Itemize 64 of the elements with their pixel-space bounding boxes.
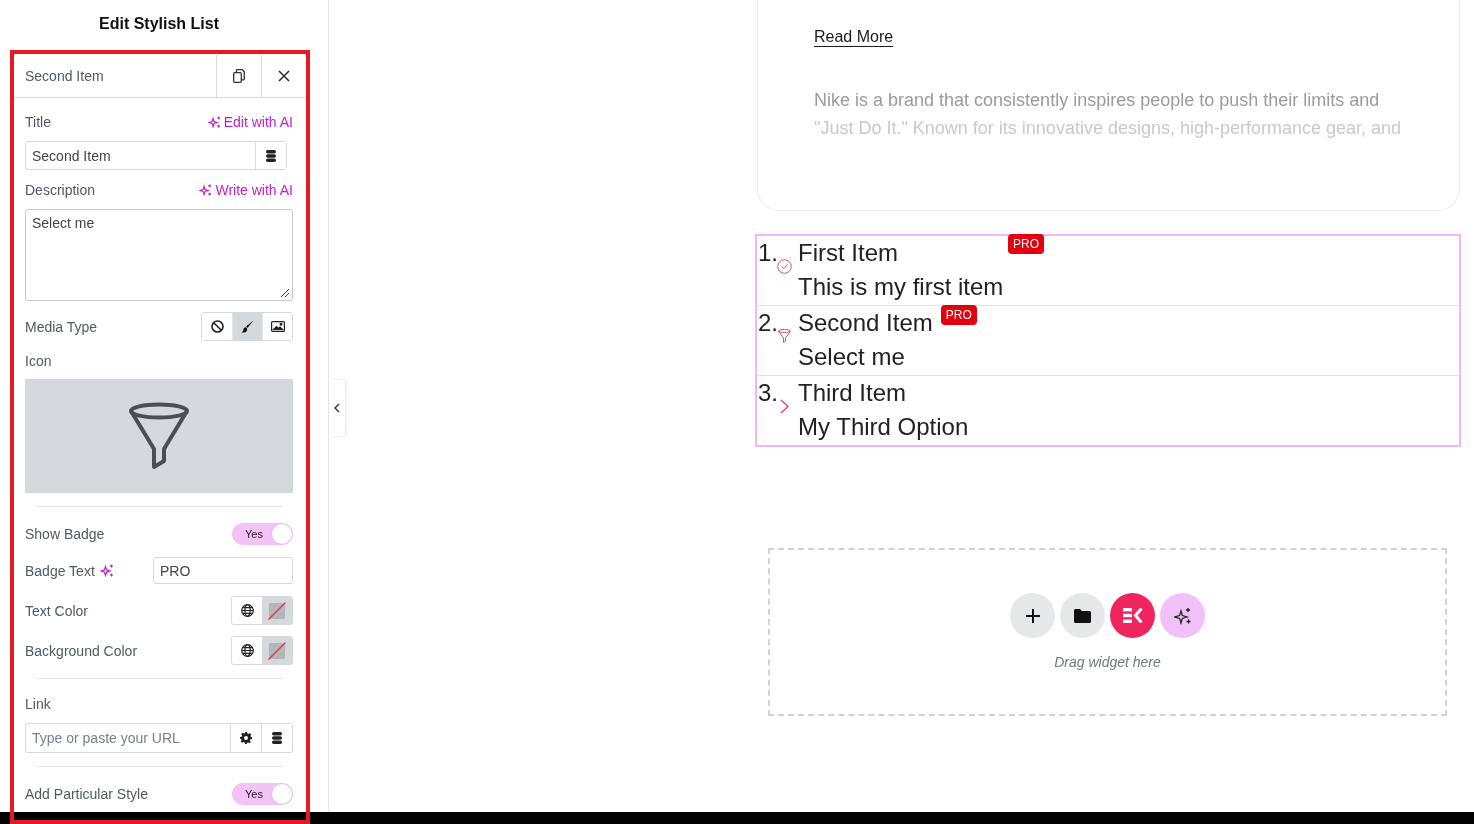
globe-icon	[240, 604, 254, 617]
sparkle-icon	[207, 116, 221, 128]
funnel-icon	[777, 329, 791, 343]
drop-hint: Drag widget here	[1054, 654, 1161, 670]
chevron-right-icon	[779, 399, 789, 414]
sparkle-icon[interactable]	[99, 564, 114, 577]
color-picker-button[interactable]	[262, 597, 292, 624]
plus-icon	[1025, 608, 1040, 623]
field-label: Show Badge	[25, 525, 105, 543]
ai-link[interactable]: Edit with AI	[207, 114, 293, 130]
media-type-option[interactable]	[262, 313, 292, 340]
field-label: Description	[25, 181, 96, 199]
add-template-button[interactable]	[1060, 593, 1105, 638]
ai-button[interactable]	[1160, 593, 1205, 638]
field-label: Media Type	[25, 317, 98, 336]
sparkles-icon	[1173, 606, 1192, 625]
globe-icon	[240, 644, 254, 657]
no-color-swatch-icon	[268, 641, 286, 660]
media-type-option[interactable]	[232, 313, 262, 340]
field-label: Link	[25, 695, 51, 713]
image-icon	[270, 321, 285, 332]
brush-icon	[241, 320, 254, 333]
no-color-swatch-icon	[268, 601, 286, 620]
resize-grip-icon	[280, 288, 289, 297]
item-description: My Third Option	[798, 412, 969, 442]
item-title: First Item	[798, 238, 898, 268]
item-description: This is my first item	[798, 272, 1004, 302]
field-label: Title	[25, 113, 51, 131]
item-description: Select me	[798, 342, 905, 372]
kit-logo-icon	[1122, 608, 1143, 623]
item-title: Third Item	[798, 378, 907, 408]
pro-badge: PRO	[1008, 234, 1044, 254]
pro-badge: PRO	[940, 305, 977, 325]
kit-button[interactable]	[1110, 593, 1155, 638]
add-section-button[interactable]	[1010, 593, 1055, 638]
field-label: Icon	[25, 352, 53, 370]
field-label: Add Particular Style	[25, 785, 148, 803]
item-title: Second Item	[24, 67, 105, 86]
item-number: 2.	[758, 308, 778, 338]
ban-icon	[210, 320, 224, 333]
panel-title: Edit Stylish List	[99, 15, 219, 33]
check-circle-icon	[776, 259, 792, 274]
collapse-panel-button[interactable]	[329, 380, 345, 436]
text-line: Nike is a brand that consistently inspires people to push their limits and	[814, 89, 1380, 112]
toggle-switch[interactable]: Yes	[232, 523, 293, 545]
item-number: 3.	[758, 378, 778, 408]
ai-link[interactable]: Write with AI	[199, 182, 293, 198]
badge-text-input[interactable]: PRO	[153, 557, 293, 584]
color-picker-button[interactable]	[262, 637, 292, 664]
funnel-icon	[128, 402, 190, 470]
toggle-switch[interactable]: Yes	[232, 783, 293, 805]
chevron-left-icon	[334, 403, 340, 413]
close-icon	[278, 70, 290, 82]
read-more-link[interactable]: Read More	[814, 27, 894, 47]
item-title: Second Item	[798, 308, 933, 338]
folder-icon	[1074, 608, 1091, 623]
description-textarea[interactable]: Select me	[25, 209, 293, 301]
icon-preview[interactable]	[25, 379, 293, 493]
copy-icon	[233, 69, 245, 83]
field-label: Badge Text	[25, 561, 95, 580]
item-number: 1.	[758, 238, 778, 268]
field-label: Background Color	[25, 641, 138, 660]
sparkle-icon	[199, 184, 213, 196]
field-label: Text Color	[25, 601, 89, 620]
